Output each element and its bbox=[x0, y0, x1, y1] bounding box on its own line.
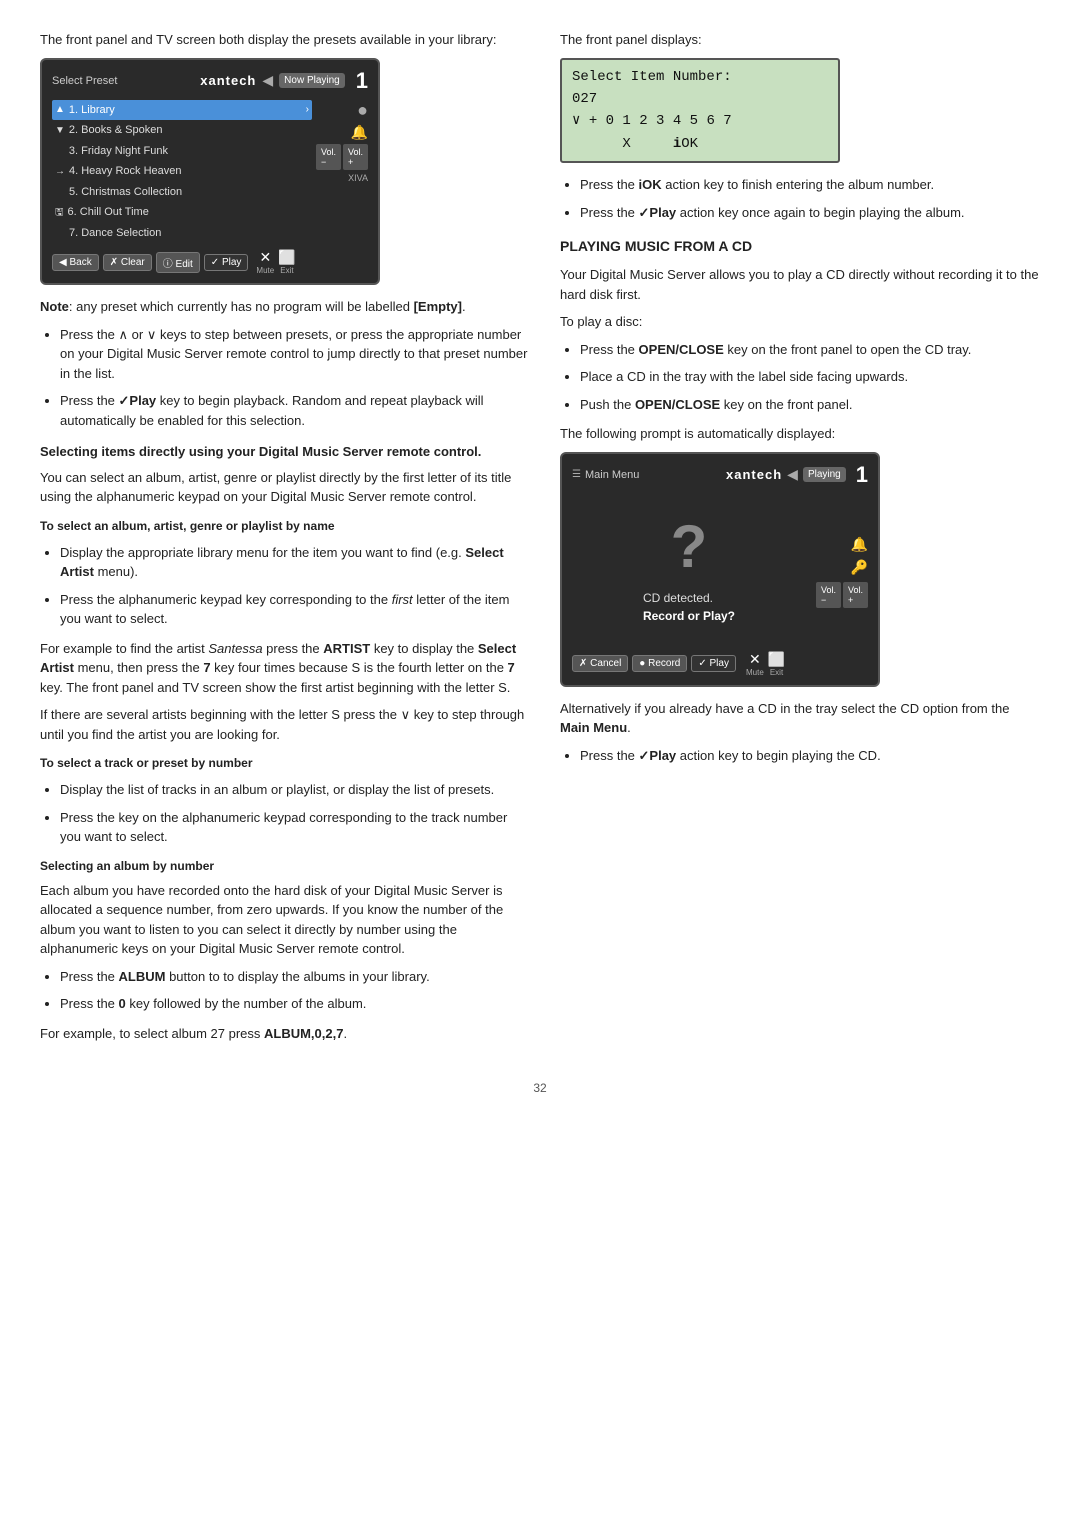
bullet-item: Press the OPEN/CLOSE key on the front pa… bbox=[580, 340, 1040, 360]
following-prompt-text: The following prompt is automatically di… bbox=[560, 424, 1040, 444]
mute-label: Mute bbox=[256, 266, 274, 275]
cd-brand-label: xantech bbox=[726, 467, 782, 482]
panel-line4: X iOK bbox=[572, 133, 828, 155]
bullet-item: Press the ∧ or ∨ keys to step between pr… bbox=[60, 325, 530, 384]
bullet-item: Press the ✓Play action key once again to… bbox=[580, 203, 1040, 223]
list-item[interactable]: ▼ 2. Books & Spoken bbox=[52, 120, 312, 141]
cd-mute-label: Mute bbox=[746, 668, 764, 677]
cd-footer-bar: ✗ Cancel ● Record ✓ Play ✕ Mute ⬜ Exit bbox=[572, 651, 868, 677]
xiva-label: XIVA bbox=[348, 173, 368, 183]
cd-exit-label: Exit bbox=[770, 668, 783, 677]
bullet-item: Display the list of tracks in an album o… bbox=[60, 780, 530, 800]
last-bullet-list: Press the ✓Play action key to begin play… bbox=[580, 746, 1040, 766]
bullets1-list: Press the ∧ or ∨ keys to step between pr… bbox=[60, 325, 530, 431]
exit-label: Exit bbox=[280, 266, 293, 275]
for-example-text: For example, to select album 27 press AL… bbox=[40, 1024, 530, 1044]
if-several-text: If there are several artists beginning w… bbox=[40, 705, 530, 744]
playing-cd-title: PLAYING MUSIC FROM A CD bbox=[560, 236, 1040, 257]
panel-line1: Select Item Number: bbox=[572, 66, 828, 88]
clear-btn[interactable]: ✗ Clear bbox=[103, 254, 152, 271]
intro-text: The front panel and TV screen both displ… bbox=[40, 30, 530, 50]
cd-cancel-btn[interactable]: ✗ Cancel bbox=[572, 655, 628, 672]
cd-record-btn[interactable]: ● Record bbox=[632, 655, 687, 672]
album-bullets-list: Press the ALBUM button to to display the… bbox=[60, 967, 530, 1014]
screen-big-number: 1 bbox=[356, 68, 368, 94]
cd-play-btn[interactable]: ✓ Play bbox=[691, 655, 736, 672]
subsection-text: You can select an album, artist, genre o… bbox=[40, 468, 530, 507]
bullet-item: Press the key on the alphanumeric keypad… bbox=[60, 808, 530, 847]
edit-btn[interactable]: ⓘ Edit bbox=[156, 252, 200, 273]
cd-detected-text: CD detected. Record or Play? bbox=[643, 589, 735, 625]
alternatively-text: Alternatively if you already have a CD i… bbox=[560, 699, 1040, 738]
panel-display: Select Item Number: 027 ∨ + 0 1 2 3 4 5 … bbox=[560, 58, 840, 164]
list-item[interactable]: ▲ 1. Library › bbox=[52, 100, 312, 121]
list-item[interactable]: 🖫 6. Chill Out Time bbox=[52, 202, 312, 223]
now-playing-badge: Now Playing bbox=[279, 73, 345, 88]
bullet-item: Place a CD in the tray with the label si… bbox=[580, 367, 1040, 387]
bullet-item: Press the alphanumeric keypad key corres… bbox=[60, 590, 530, 629]
subsection-title: Selecting items directly using your Digi… bbox=[40, 442, 530, 462]
to-select-list: Display the appropriate library menu for… bbox=[60, 543, 530, 629]
bullet-item: Display the appropriate library menu for… bbox=[60, 543, 530, 582]
back-btn[interactable]: ◀ Back bbox=[52, 254, 99, 271]
brand-label: xantech bbox=[200, 73, 256, 88]
bullet-item: Press the 0 key followed by the number o… bbox=[60, 994, 530, 1014]
play-btn[interactable]: ✓ Play bbox=[204, 254, 249, 271]
cd-vol-minus-btn[interactable]: Vol.− bbox=[816, 582, 841, 608]
bullet-item: Press the ALBUM button to to display the… bbox=[60, 967, 530, 987]
left-column: The front panel and TV screen both displ… bbox=[40, 30, 530, 1051]
right-column: The front panel displays: Select Item Nu… bbox=[560, 30, 1040, 1051]
list-item[interactable]: → 5. Christmas Collection bbox=[52, 182, 312, 203]
selecting-album-text: Each album you have recorded onto the ha… bbox=[40, 881, 530, 959]
screen-side-icons: ● 🔔 Vol.− Vol.+ XIVA bbox=[316, 100, 368, 183]
list-item[interactable]: → 4. Heavy Rock Heaven bbox=[52, 161, 312, 182]
bullet-item: Press the ✓Play action key to begin play… bbox=[580, 746, 1040, 766]
question-mark-icon: ? bbox=[671, 512, 708, 581]
to-select-label: To select an album, artist, genre or pla… bbox=[40, 517, 530, 535]
preset-screen-mockup: Select Preset xantech ◀ Now Playing 1 ▲ … bbox=[40, 58, 380, 286]
cd-playing-badge: Playing bbox=[803, 467, 846, 482]
cd-screen-mockup: ☰ Main Menu xantech ◀ Playing 1 ? CD det… bbox=[560, 452, 880, 687]
note-text: Note: any preset which currently has no … bbox=[40, 297, 530, 317]
list-item[interactable]: → 7. Dance Selection bbox=[52, 223, 312, 244]
preset-list: ▲ 1. Library › ▼ 2. Books & Spoken ▼ 3. … bbox=[52, 100, 312, 244]
vol-minus-btn[interactable]: Vol.− bbox=[316, 144, 341, 170]
screen-footer-bar: ◀ Back ✗ Clear ⓘ Edit ✓ Play ✕ Mute ⬜ Ex… bbox=[52, 249, 368, 275]
to-play-list: Press the OPEN/CLOSE key on the front pa… bbox=[580, 340, 1040, 415]
bullet-item: Press the ✓Play key to begin playback. R… bbox=[60, 391, 530, 430]
bullet-item: Press the iOK action key to finish enter… bbox=[580, 175, 1040, 195]
select-preset-label: Select Preset bbox=[52, 75, 117, 87]
panel-line3: ∨ + 0 1 2 3 4 5 6 7 bbox=[572, 110, 828, 132]
selecting-album-label: Selecting an album by number bbox=[40, 857, 530, 875]
example-text: For example to find the artist Santessa … bbox=[40, 639, 530, 698]
list-item[interactable]: ▼ 3. Friday Night Funk bbox=[52, 141, 312, 162]
bullet-item: Push the OPEN/CLOSE key on the front pan… bbox=[580, 395, 1040, 415]
page-number: 32 bbox=[40, 1081, 1040, 1095]
panel-line2: 027 bbox=[572, 88, 828, 110]
cd-big-number: 1 bbox=[856, 462, 868, 488]
to-select-track-label: To select a track or preset by number bbox=[40, 754, 530, 772]
cd-menu-label: Main Menu bbox=[585, 469, 639, 481]
to-select-track-list: Display the list of tracks in an album o… bbox=[60, 780, 530, 847]
cd-vol-plus-btn[interactable]: Vol.+ bbox=[843, 582, 868, 608]
playing-cd-text: Your Digital Music Server allows you to … bbox=[560, 265, 1040, 304]
vol-plus-btn[interactable]: Vol.+ bbox=[343, 144, 368, 170]
front-panel-label: The front panel displays: bbox=[560, 30, 1040, 50]
to-play-label: To play a disc: bbox=[560, 312, 1040, 332]
after-panel-list: Press the iOK action key to finish enter… bbox=[580, 175, 1040, 222]
record-or-play-text: Record or Play? bbox=[643, 609, 735, 623]
